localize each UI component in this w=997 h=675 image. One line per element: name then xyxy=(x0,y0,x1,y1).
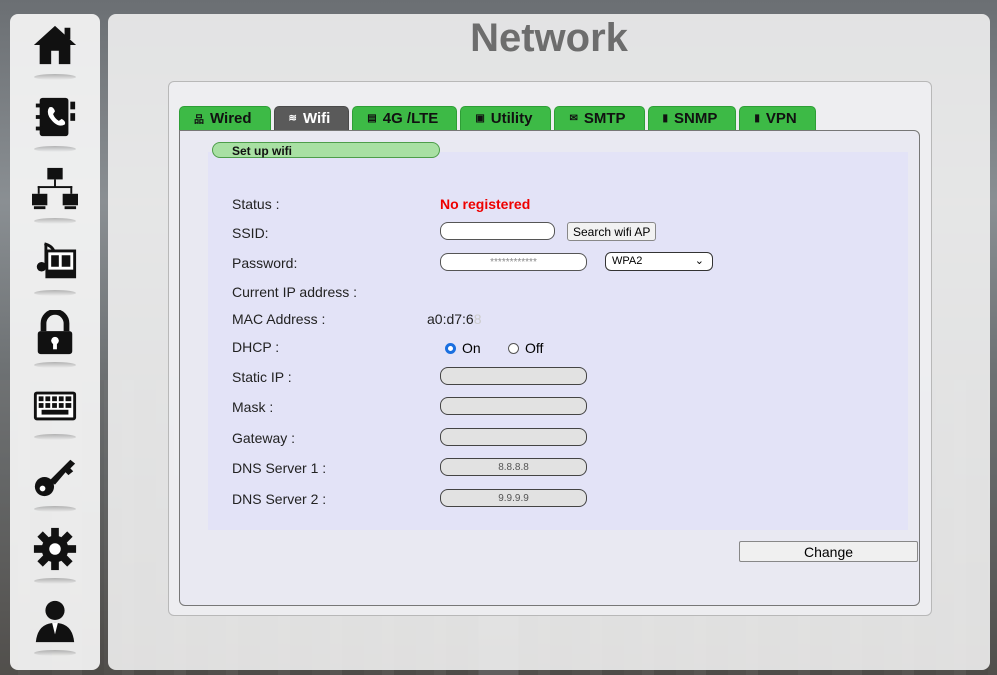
main-content: Network 品 Wired ≋ Wifi ▤ 4G /LTE ▣ Utility ✉… xyxy=(108,14,990,670)
tab-label: SMTP xyxy=(583,110,626,127)
user-icon xyxy=(35,600,75,643)
gateway-input[interactable] xyxy=(440,428,587,446)
status-label: Status : xyxy=(232,196,280,212)
dhcp-on-label: On xyxy=(462,340,481,356)
dhcp-label: DHCP : xyxy=(232,339,280,355)
static-ip-label: Static IP : xyxy=(232,369,292,385)
keyboard-icon xyxy=(33,391,77,421)
tab-utility[interactable]: ▣ Utility xyxy=(460,106,552,130)
key-icon xyxy=(34,459,76,497)
radio-unselected-icon xyxy=(508,342,519,354)
sidebar xyxy=(10,14,100,670)
sidebar-item-settings[interactable] xyxy=(28,526,82,590)
tab-label: Wired xyxy=(210,110,252,127)
tab-label: Utility xyxy=(490,110,533,127)
wifi-tab-icon: ≋ xyxy=(288,113,297,124)
security-selected-value: WPA2 xyxy=(612,255,643,267)
gateway-label: Gateway : xyxy=(232,430,296,446)
media-icon xyxy=(36,242,77,279)
password-label: Password: xyxy=(232,255,298,271)
tab-bar: 品 Wired ≋ Wifi ▤ 4G /LTE ▣ Utility ✉ SMTP ▮ SN… xyxy=(179,106,816,130)
home-icon xyxy=(33,25,77,65)
tab-label: SNMP xyxy=(674,110,718,127)
dns1-label: DNS Server 1 : xyxy=(232,460,327,476)
mac-value: a0:d7:68 xyxy=(427,311,482,327)
sidebar-item-keyboard[interactable] xyxy=(28,382,82,446)
tab-4g-lte[interactable]: ▤ 4G /LTE xyxy=(352,106,458,130)
utility-tab-icon: ▣ xyxy=(475,113,485,124)
sidebar-item-key[interactable] xyxy=(28,454,82,518)
tab-label: VPN xyxy=(765,110,797,127)
mask-input[interactable] xyxy=(440,397,587,415)
sidebar-item-user[interactable] xyxy=(28,598,82,662)
tab-vpn[interactable]: ▮ VPN xyxy=(739,106,816,130)
wifi-settings-content: Set up wifi Status : No registered SSID:… xyxy=(179,130,920,606)
page-title: Network xyxy=(470,16,628,60)
chevron-down-icon: ⌄ xyxy=(694,255,704,267)
change-button[interactable]: Change xyxy=(739,541,918,562)
snmp-tab-icon: ▮ xyxy=(662,113,669,124)
status-value: No registered xyxy=(440,196,531,212)
lte-tab-icon: ▤ xyxy=(367,113,377,124)
ssid-label: SSID: xyxy=(232,225,269,241)
dhcp-off-radio[interactable]: Off xyxy=(508,340,543,356)
smtp-tab-icon: ✉ xyxy=(569,113,578,124)
dns2-label: DNS Server 2 : xyxy=(232,491,327,507)
dhcp-off-label: Off xyxy=(525,340,544,356)
security-select[interactable]: WPA2 ⌄ xyxy=(605,252,713,271)
dns1-input[interactable] xyxy=(440,458,587,476)
tab-wifi[interactable]: ≋ Wifi xyxy=(273,106,350,130)
contacts-book-icon xyxy=(35,97,76,137)
network-icon xyxy=(32,167,78,210)
wired-tab-icon: 品 xyxy=(194,115,204,126)
mac-value-faded-text: 8 xyxy=(473,311,482,327)
sidebar-item-contacts[interactable] xyxy=(28,94,82,158)
tab-label: 4G /LTE xyxy=(382,110,439,127)
tab-wired[interactable]: 品 Wired xyxy=(179,106,271,130)
sidebar-item-network[interactable] xyxy=(28,166,82,230)
ssid-input[interactable] xyxy=(440,222,555,240)
password-input[interactable] xyxy=(440,253,587,271)
sidebar-item-home[interactable] xyxy=(28,22,82,86)
mac-label: MAC Address : xyxy=(232,311,326,327)
sidebar-item-security[interactable] xyxy=(28,310,82,374)
mac-value-text: a0:d7:6 xyxy=(427,311,474,327)
dhcp-on-radio[interactable]: On xyxy=(445,340,481,356)
search-wifi-ap-button[interactable]: Search wifi AP xyxy=(567,222,657,241)
static-ip-input[interactable] xyxy=(440,367,587,385)
vpn-tab-icon: ▮ xyxy=(754,113,760,124)
dns2-input[interactable] xyxy=(440,489,587,507)
tab-snmp[interactable]: ▮ SNMP xyxy=(647,106,737,130)
tab-smtp[interactable]: ✉ SMTP xyxy=(554,106,645,130)
current-ip-label: Current IP address : xyxy=(232,284,358,300)
gear-icon xyxy=(33,527,77,571)
lock-icon xyxy=(37,310,73,355)
network-panel: 品 Wired ≋ Wifi ▤ 4G /LTE ▣ Utility ✉ SMTP ▮ SN… xyxy=(168,81,932,616)
tab-label: Wifi xyxy=(302,110,331,127)
section-title: Set up wifi xyxy=(212,142,440,158)
mask-label: Mask : xyxy=(232,399,274,415)
radio-selected-icon xyxy=(445,342,456,354)
sidebar-item-media[interactable] xyxy=(28,238,82,302)
